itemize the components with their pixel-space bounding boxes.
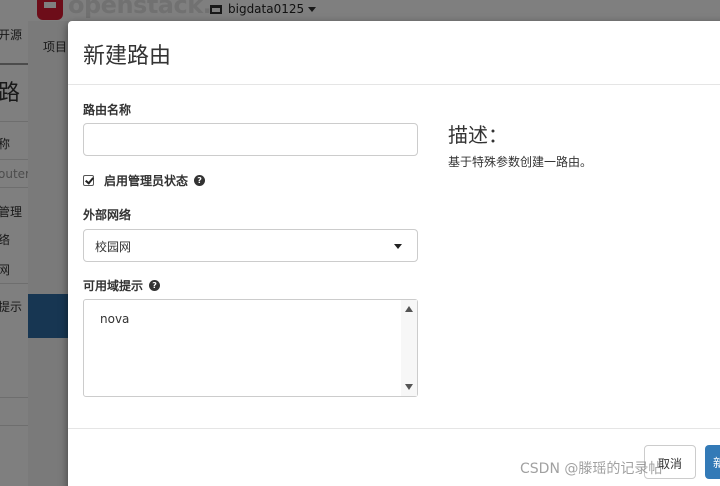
az-hint-label: 可用域提示 (83, 279, 144, 293)
create-router-button[interactable]: 新建路由 (705, 445, 720, 479)
help-icon[interactable]: ? (194, 175, 206, 186)
modal-header: 新建路由 (68, 21, 720, 85)
external-network-value: 校园网 (95, 240, 132, 254)
router-name-label: 路由名称 (83, 103, 132, 117)
external-network-label: 外部网络 (83, 208, 132, 222)
scroll-up-icon[interactable] (405, 306, 413, 312)
admin-state-checkbox[interactable] (83, 175, 94, 186)
scroll-down-icon[interactable] (405, 384, 413, 390)
external-network-select[interactable]: 校园网 (83, 229, 418, 262)
help-icon[interactable]: ? (149, 280, 161, 291)
description-title: 描述： (448, 123, 508, 147)
availability-zone-listbox[interactable]: nova (83, 299, 418, 397)
watermark: CSDN @滕瑶的记录帖 (520, 461, 663, 477)
modal-title: 新建路由 (83, 44, 172, 69)
description-text: 基于特殊参数创建一路由。 (448, 155, 593, 169)
listbox-scrollbar[interactable] (401, 300, 417, 396)
az-hint-label-row: 可用域提示 ? (83, 277, 161, 294)
create-router-dialog: 新建路由 路由名称 启用管理员状态 ? 外部网络 校园网 可用域提示 ? nov… (68, 21, 720, 486)
listbox-option[interactable]: nova (100, 312, 129, 326)
admin-state-label: 启用管理员状态 (104, 174, 189, 188)
admin-state-row[interactable]: 启用管理员状态 ? (83, 172, 206, 189)
caret-down-icon (394, 244, 402, 249)
router-name-input[interactable] (83, 123, 418, 156)
